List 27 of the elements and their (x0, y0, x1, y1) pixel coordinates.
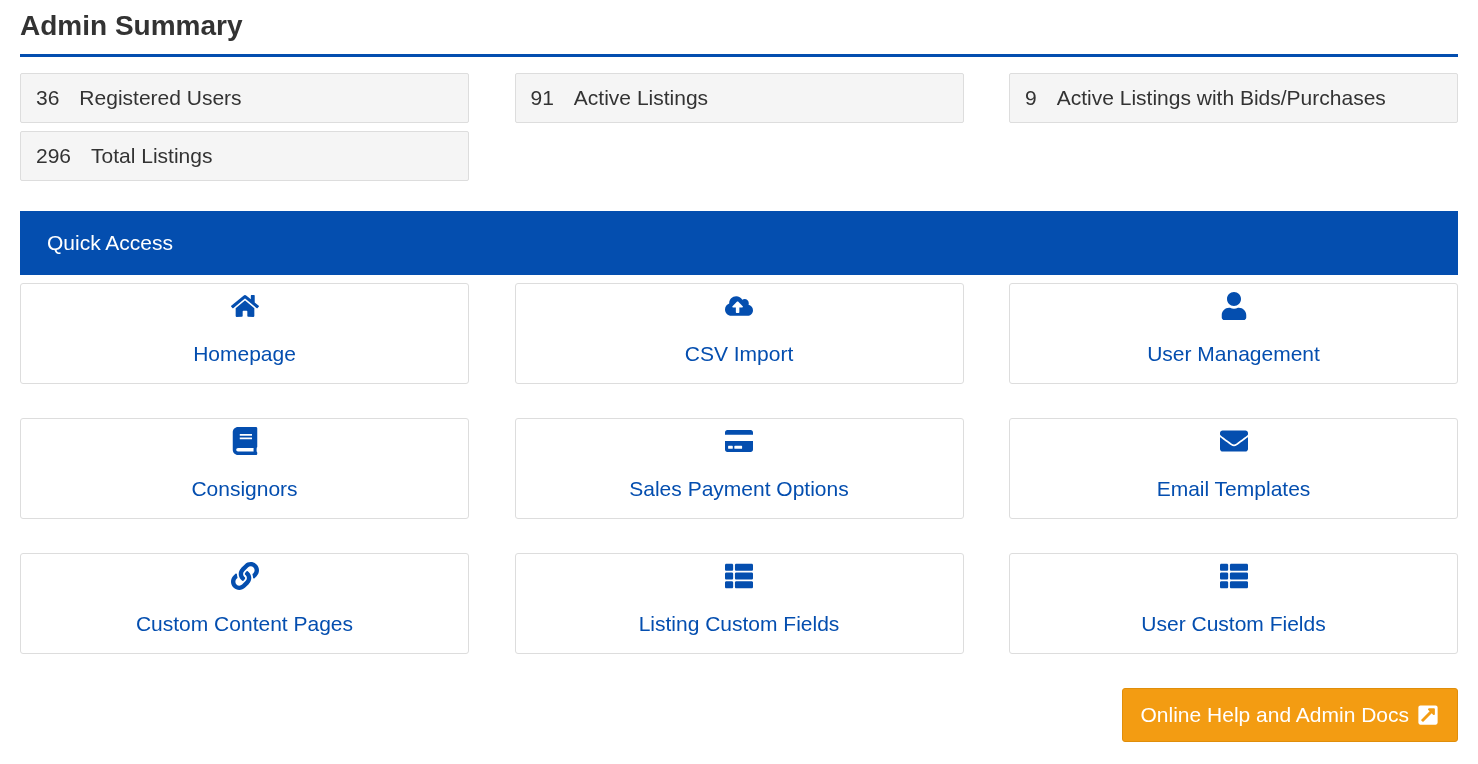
stat-label: Active Listings (573, 86, 709, 110)
book-icon (230, 427, 259, 455)
home-icon (230, 292, 259, 320)
quick-access-link[interactable]: Listing Custom Fields (514, 553, 964, 654)
external-link-icon (1417, 704, 1439, 726)
credit-card-icon (725, 427, 753, 455)
quick-access-header: Quick Access (20, 211, 1458, 275)
stat-count: 9 (1025, 86, 1037, 110)
quick-access-link[interactable]: CSV Import (514, 283, 964, 384)
quick-access-link[interactable]: Email Templates (1009, 418, 1458, 519)
page-title: Admin Summary (20, 10, 1458, 57)
quick-access-link[interactable]: Sales Payment Options (514, 418, 964, 519)
list-icon (725, 562, 753, 590)
quick-access-link[interactable]: User Custom Fields (1009, 553, 1458, 654)
stat-label: Total Listings (91, 144, 213, 168)
stat-label: Registered Users (79, 86, 242, 110)
quick-access-link[interactable]: Consignors (20, 418, 469, 519)
list-icon (1219, 562, 1248, 590)
quick-access-link[interactable]: User Management (1009, 283, 1458, 384)
quick-access-link[interactable]: Homepage (20, 283, 469, 384)
link-icon (230, 562, 259, 590)
stat-count: 296 (36, 144, 72, 168)
stat-count: 36 (36, 86, 60, 110)
quick-access-link[interactable]: Custom Content Pages (20, 553, 469, 654)
stat-label: Active Listings with Bids/Purchases (1056, 86, 1386, 110)
stat-count: 91 (530, 86, 554, 110)
user-icon (1219, 292, 1248, 320)
